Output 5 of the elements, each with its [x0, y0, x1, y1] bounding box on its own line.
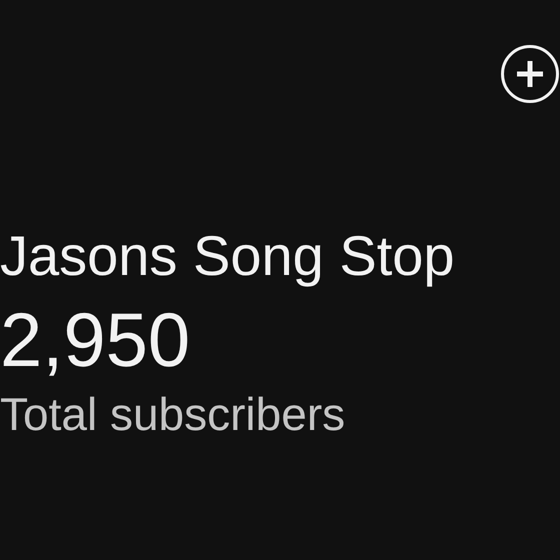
subscriber-count: 2,950 [0, 297, 192, 385]
add-button[interactable] [501, 45, 559, 103]
subscriber-label: Total subscribers [0, 387, 346, 442]
plus-icon [515, 59, 545, 89]
channel-name: Jasons Song Stop [0, 223, 456, 289]
